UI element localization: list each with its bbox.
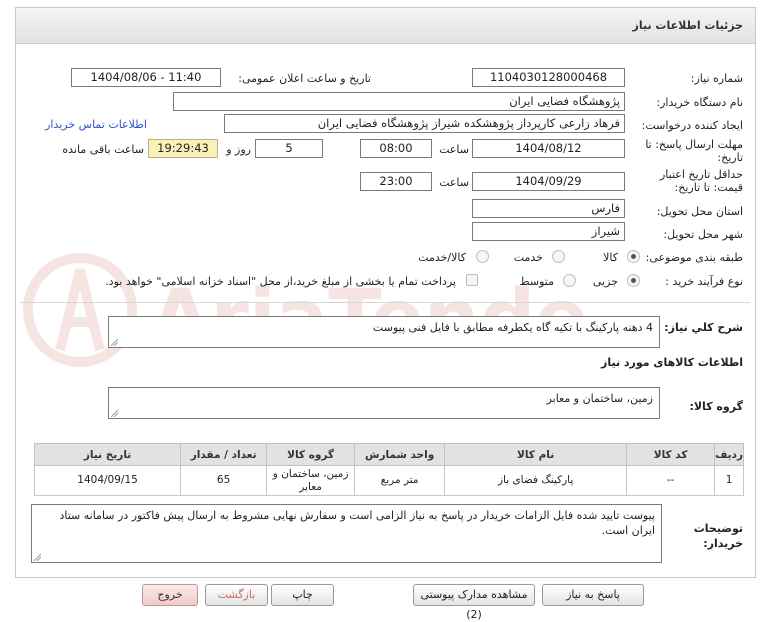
city-label: شهر محل تحویل: <box>663 228 743 241</box>
buyer-org-label: نام دستگاه خریدار: <box>656 96 743 109</box>
category-radio-goods[interactable] <box>627 250 640 263</box>
contact-info-link[interactable]: اطلاعات تماس خریدار <box>45 118 147 131</box>
validity-time-field: 23:00 <box>360 172 432 191</box>
table-cell: 1404/09/15 <box>33 465 182 496</box>
creator-field: فرهاد زارعی کارپرداز پژوهشکده شیراز پژوه… <box>224 114 625 133</box>
buyer-notes-label-2: خریدار: <box>703 537 743 550</box>
goods-table: ردیف کد کالا نام کالا واحد شمارش گروه کا… <box>33 443 744 496</box>
announce-label: تاریخ و ساعت اعلان عمومی: <box>238 72 371 85</box>
table-cell: متر مربع <box>354 465 446 496</box>
days-field: 5 <box>255 139 323 158</box>
column-header: تاریخ نیاز <box>33 443 182 466</box>
city-field: شیراز <box>472 222 625 241</box>
view-attachments-button[interactable]: مشاهده مدارک پیوستی (2) <box>413 584 535 621</box>
days-label: روز و <box>226 143 251 156</box>
table-cell: زمین، ساختمان و معابر <box>266 465 356 496</box>
reply-button[interactable]: پاسخ به نیاز <box>542 584 644 606</box>
column-header: کد کالا <box>626 443 716 466</box>
table-cell: 65 <box>180 465 268 496</box>
deadline-date-field: 1404/08/12 <box>472 139 625 158</box>
description-text: 4 دهنه پارکینگ با تکیه گاه یکطرفه مطابق … <box>372 321 653 334</box>
process-label: نوع فرآیند خرید : <box>665 275 743 288</box>
need-number-field: 1104030128000468 <box>472 68 625 87</box>
goods-group-label: گروه کالا: <box>689 400 743 413</box>
description-textarea: 4 دهنه پارکینگ با تکیه گاه یکطرفه مطابق … <box>108 316 660 348</box>
deadline-label: مهلت ارسال پاسخ: تا <box>645 138 743 151</box>
announce-datetime-field: 1404/08/06 - 11:40 <box>71 68 221 87</box>
column-header: گروه کالا <box>266 443 356 466</box>
print-button[interactable]: چاپ <box>271 584 334 606</box>
goods-section-title: اطلاعات کالاهای مورد نیاز <box>601 356 743 369</box>
category-option-goods-service: کالا/خدمت <box>418 251 466 264</box>
resize-handle-icon[interactable] <box>111 339 118 346</box>
category-option-service: خدمت <box>513 251 543 264</box>
divider <box>20 302 750 303</box>
buyer-notes-label: توضیحات <box>693 522 743 535</box>
process-radio-medium[interactable] <box>563 274 576 287</box>
validity-label-2: قیمت: تا تاریخ: <box>674 181 743 194</box>
buyer-notes-textarea: پیوست تایید شده فایل الزامات خریدار در پ… <box>31 504 662 563</box>
page-title: جزئیات اطلاعات نیاز <box>632 19 744 32</box>
deadline-time-field: 08:00 <box>360 139 432 158</box>
process-option-minor: جزیی <box>592 275 618 288</box>
resize-handle-icon[interactable] <box>34 554 41 561</box>
creator-label: ایجاد کننده درخواست: <box>641 119 743 132</box>
column-header: تعداد / مقدار <box>180 443 268 466</box>
exit-button[interactable]: خروج <box>142 584 198 606</box>
table-header-row: ردیف کد کالا نام کالا واحد شمارش گروه کا… <box>33 443 744 466</box>
validity-time-label: ساعت <box>439 176 469 189</box>
process-option-medium: متوسط <box>519 275 554 288</box>
panel-header: جزئیات اطلاعات نیاز <box>16 8 755 44</box>
category-radio-service[interactable] <box>552 250 565 263</box>
description-label: شرح کلي نياز: <box>664 321 743 334</box>
table-cell: 1 <box>714 465 744 496</box>
goods-group-text: زمین، ساختمان و معابر <box>546 392 653 405</box>
validity-date-field: 1404/09/29 <box>472 172 625 191</box>
remaining-label: ساعت باقی مانده <box>62 143 144 156</box>
table-cell: -- <box>626 465 716 496</box>
need-number-label: شماره نیاز: <box>690 72 743 85</box>
process-radio-minor[interactable] <box>627 274 640 287</box>
validity-label: حداقل تاریخ اعتبار <box>659 168 743 181</box>
table-row: 1 -- پارکینگ فضای باز متر مربع زمین، ساخ… <box>33 465 744 496</box>
deadline-time-label: ساعت <box>439 143 469 156</box>
deadline-label-2: تاریخ: <box>717 151 743 164</box>
category-option-goods: کالا <box>603 251 618 264</box>
table-cell: پارکینگ فضای باز <box>444 465 628 496</box>
category-label: طبقه بندی موضوعی: <box>645 251 743 264</box>
treasury-payment-checkbox[interactable] <box>466 274 478 286</box>
resize-handle-icon[interactable] <box>111 410 118 417</box>
category-radio-goods-service[interactable] <box>476 250 489 263</box>
province-field: فارس <box>472 199 625 218</box>
province-label: استان محل تحویل: <box>656 205 743 218</box>
buyer-org-field: پژوهشگاه فضایی ایران <box>173 92 625 111</box>
column-header: ردیف <box>714 443 744 466</box>
treasury-payment-note: پرداخت تمام یا بخشی از مبلغ خرید،از محل … <box>105 275 456 288</box>
back-button[interactable]: بازگشت <box>205 584 268 606</box>
column-header: واحد شمارش <box>354 443 446 466</box>
buyer-notes-text: پیوست تایید شده فایل الزامات خریدار در پ… <box>59 509 655 537</box>
column-header: نام کالا <box>444 443 628 466</box>
goods-group-textarea: زمین، ساختمان و معابر <box>108 387 660 419</box>
remaining-time-field: 19:29:43 <box>148 139 218 158</box>
